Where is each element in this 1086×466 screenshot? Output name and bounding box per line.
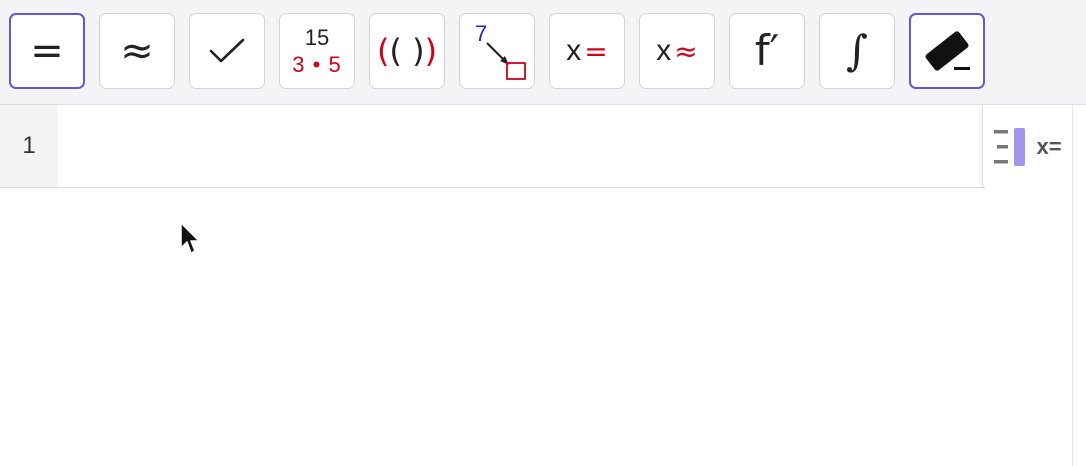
cas-work-area[interactable]: [0, 188, 1072, 466]
solve-var: x: [566, 34, 582, 67]
cas-app: = ≈ 15 3 • 5 (( )) 7 x = x ≈ f′ ∫ 1 x=: [0, 0, 1086, 466]
cas-row-1: 1: [0, 105, 1072, 188]
row-input[interactable]: [58, 105, 982, 187]
row-number: 1: [0, 105, 58, 187]
inner-parens: ( ): [389, 32, 425, 70]
substitute-button[interactable]: 7: [459, 13, 535, 89]
evaluate-button[interactable]: =: [9, 13, 85, 89]
integral-icon: ∫: [846, 26, 868, 75]
equals-icon: =: [30, 28, 64, 74]
outer-right-paren: ): [424, 32, 438, 70]
right-edge: [1072, 105, 1086, 466]
factor-denominator: 3 • 5: [292, 51, 342, 77]
factor-button[interactable]: 15 3 • 5: [279, 13, 355, 89]
factor-icon: 15 3 • 5: [292, 24, 342, 77]
outer-left-paren: (: [376, 32, 390, 70]
factor-numerator: 15: [304, 24, 330, 50]
substitute-icon: 7: [467, 21, 527, 81]
solve-numeric-button[interactable]: x ≈: [639, 13, 715, 89]
approx-icon: ≈: [120, 28, 154, 74]
keep-input-button[interactable]: [189, 13, 265, 89]
view-toggle-icon: [994, 128, 1026, 166]
arrow-into-box-icon: [486, 42, 526, 80]
integral-button[interactable]: ∫: [819, 13, 895, 89]
toolbar: = ≈ 15 3 • 5 (( )) 7 x = x ≈ f′ ∫: [0, 0, 1086, 105]
derivative-button[interactable]: f′: [729, 13, 805, 89]
mouse-cursor-icon: [180, 222, 200, 254]
solve-button[interactable]: x =: [549, 13, 625, 89]
nsolve-approx-icon: ≈: [674, 34, 698, 68]
check-icon: [209, 38, 245, 63]
parentheses-icon: (( )): [377, 32, 437, 70]
nsolve-var: x: [656, 34, 672, 67]
numeric-button[interactable]: ≈: [99, 13, 175, 89]
eraser-icon: [925, 31, 970, 71]
delete-button[interactable]: [909, 13, 985, 89]
derivative-icon: f′: [754, 26, 780, 75]
view-toggle-button[interactable]: x=: [982, 105, 1073, 190]
expand-button[interactable]: (( )): [369, 13, 445, 89]
solve-equals-icon: =: [584, 34, 608, 68]
view-toggle-label: x=: [1036, 134, 1062, 159]
